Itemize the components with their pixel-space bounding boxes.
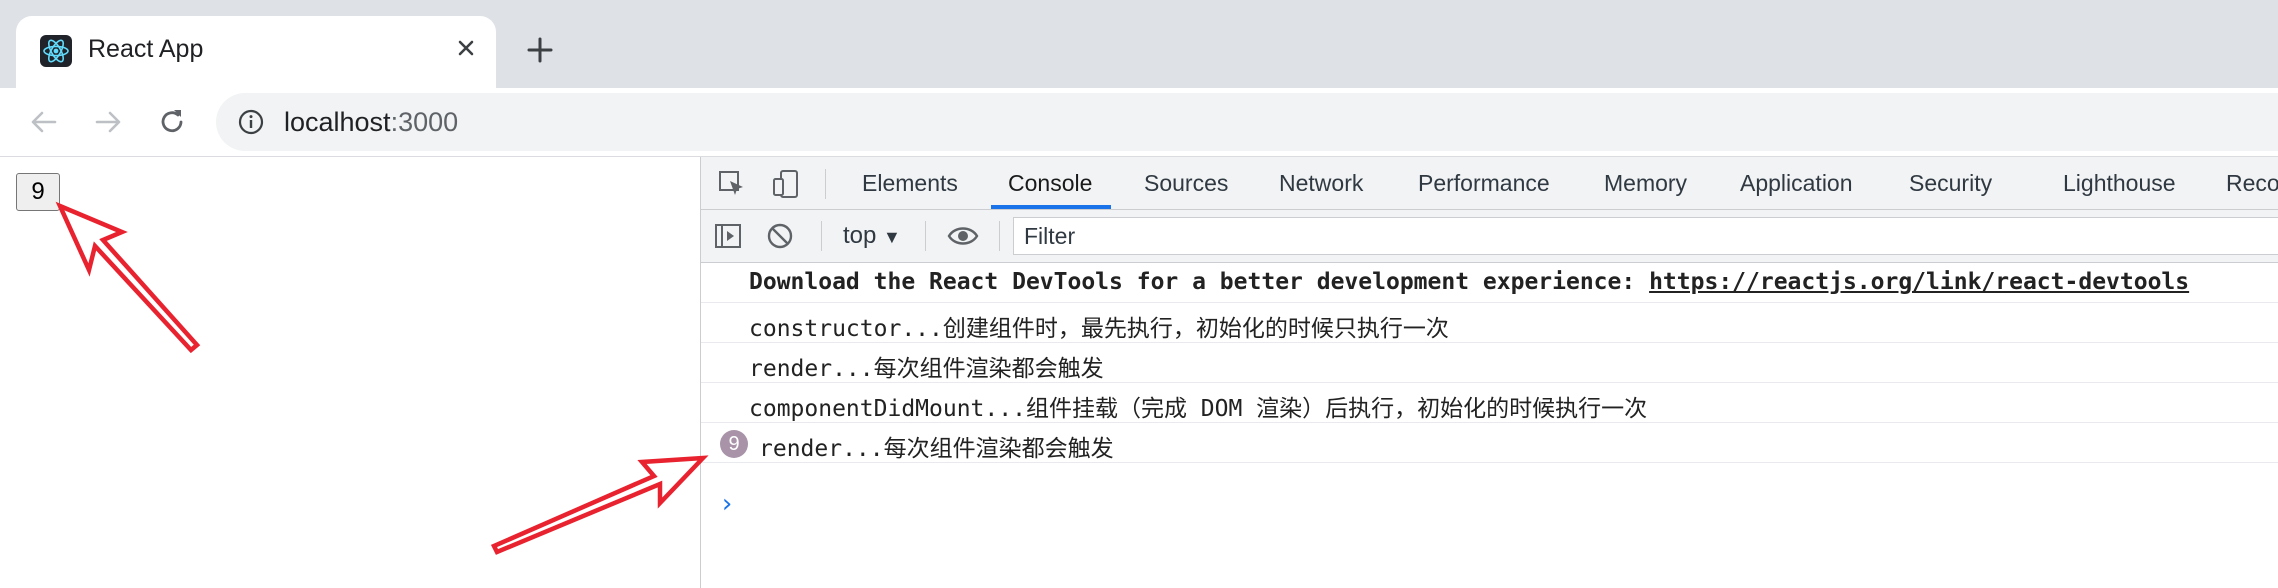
browser-tab[interactable]: React App (16, 16, 496, 88)
close-tab-icon[interactable] (448, 30, 484, 66)
context-label: top (843, 222, 877, 249)
active-tab-indicator (991, 205, 1111, 209)
tab-memory[interactable]: Memory (1604, 170, 1687, 197)
tab-sources[interactable]: Sources (1144, 170, 1228, 197)
counter-button[interactable]: 9 (16, 173, 60, 211)
plus-icon[interactable] (520, 30, 560, 70)
repeat-count-badge: 9 (720, 430, 748, 458)
console-message: componentDidMount...组件挂载（完成 DOM 渲染）后执行，初… (701, 383, 2278, 423)
toolbar-separator (821, 221, 822, 251)
tab-performance[interactable]: Performance (1418, 170, 1550, 197)
message-text: render...每次组件渲染都会触发 (759, 436, 1114, 462)
url-host: localhost (284, 107, 391, 137)
info-icon[interactable] (238, 109, 264, 135)
console-message: Download the React DevTools for a better… (701, 263, 2278, 303)
console-message: constructor...创建组件时，最先执行，初始化的时候只执行一次 (701, 303, 2278, 343)
console-toolbar: top ▼ (701, 210, 2278, 263)
dropdown-arrow-icon: ▼ (883, 227, 901, 247)
tab-elements[interactable]: Elements (862, 170, 958, 197)
message-content: Download the React DevTools for a better… (749, 269, 1650, 295)
inspect-element-icon[interactable] (717, 169, 747, 199)
filter-box[interactable] (1013, 217, 2278, 255)
tab-strip: React App (0, 0, 2278, 88)
device-toolbar-icon[interactable] (771, 169, 801, 199)
browser-toolbar: localhost:3000 (0, 88, 2278, 157)
tab-network[interactable]: Network (1279, 170, 1363, 197)
message-text: componentDidMount...组件挂载（完成 DOM 渲染）后执行，初… (749, 396, 1648, 422)
toolbar-separator (999, 221, 1000, 251)
reload-icon[interactable] (154, 104, 190, 140)
tab-application[interactable]: Application (1740, 170, 1853, 197)
message-text: render...每次组件渲染都会触发 (749, 356, 1104, 382)
react-logo-icon (40, 35, 72, 67)
toolbar-separator (925, 221, 926, 251)
url-text[interactable]: localhost:3000 (284, 107, 458, 138)
filter-input[interactable] (1014, 218, 2278, 254)
tab-console[interactable]: Console (1008, 170, 1092, 197)
page-viewport: 9 (0, 157, 700, 588)
tab-title: React App (88, 35, 204, 63)
tab-recorder[interactable]: Reco (2226, 170, 2278, 197)
arrow-right-icon[interactable] (90, 104, 126, 140)
url-port: :3000 (390, 107, 459, 137)
tab-security[interactable]: Security (1909, 170, 1992, 197)
address-bar[interactable]: localhost:3000 (216, 93, 2278, 151)
tab-lighthouse[interactable]: Lighthouse (2063, 170, 2176, 197)
console-prompt-icon[interactable]: › (719, 489, 735, 519)
context-selector[interactable]: top ▼ (843, 222, 901, 250)
tab-separator (825, 169, 826, 199)
eye-icon[interactable] (947, 221, 979, 251)
message-text: constructor...创建组件时，最先执行，初始化的时候只执行一次 (749, 316, 1449, 342)
console-message-repeated: 9 render...每次组件渲染都会触发 (701, 423, 2278, 463)
react-devtools-link[interactable]: https://reactjs.org/link/react-devtools (1649, 269, 2189, 295)
devtools-tab-bar: Elements Console Sources Network Perform… (701, 157, 2278, 210)
console-message: render...每次组件渲染都会触发 (701, 343, 2278, 383)
arrow-left-icon[interactable] (26, 104, 62, 140)
message-text: Download the React DevTools for a better… (749, 269, 2189, 295)
sidebar-toggle-icon[interactable] (713, 221, 743, 251)
clear-console-icon[interactable] (765, 221, 795, 251)
devtools-panel: Elements Console Sources Network Perform… (700, 157, 2278, 588)
